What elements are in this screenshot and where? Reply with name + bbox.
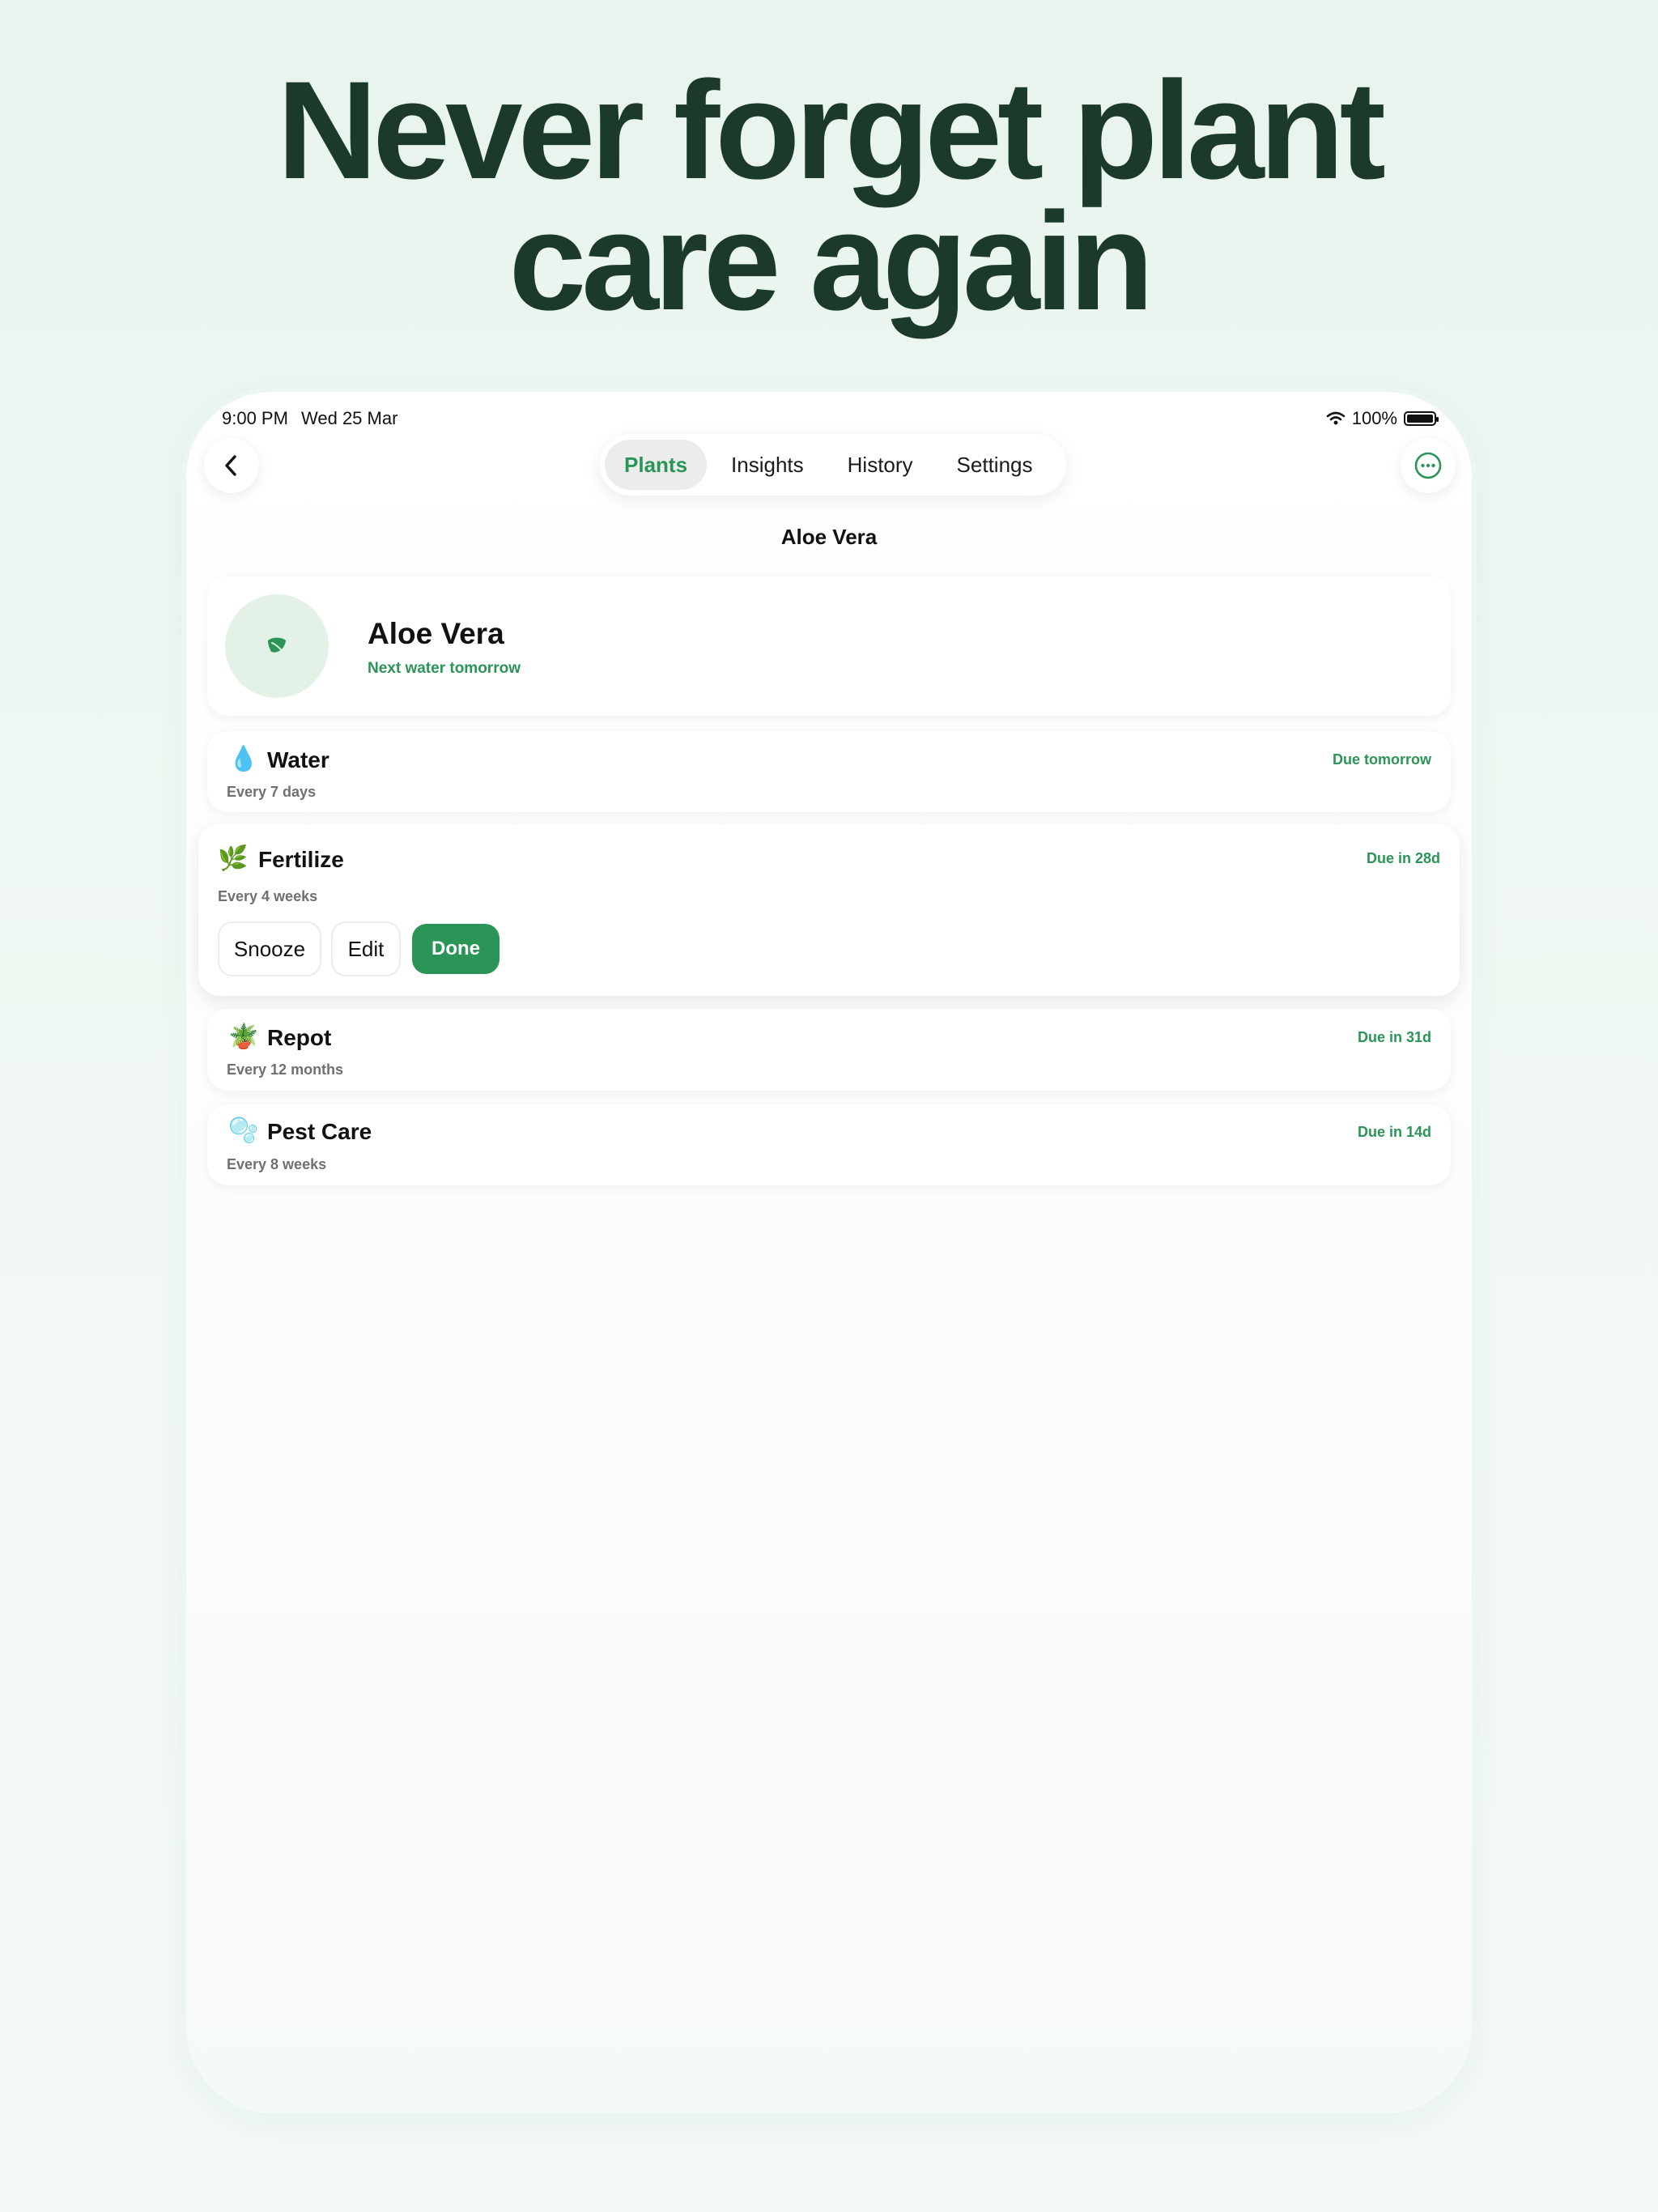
battery-icon xyxy=(1404,411,1439,426)
ellipsis-circle-icon xyxy=(1414,452,1442,479)
herb-icon: 🌿 xyxy=(218,845,249,872)
more-button[interactable] xyxy=(1401,438,1456,493)
task-frequency: Every 12 months xyxy=(227,1061,344,1078)
task-due: Due in 28d xyxy=(1366,850,1440,866)
bubbles-icon: 🫧 xyxy=(228,1117,259,1144)
task-frequency: Every 8 weeks xyxy=(227,1156,327,1172)
task-repot[interactable]: 🪴 Repot Every 12 months Due in 31d xyxy=(207,1009,1451,1091)
battery-percent: 100% xyxy=(1351,408,1397,428)
tab-insights[interactable]: Insights xyxy=(712,440,823,490)
potted-plant-icon: 🪴 xyxy=(228,1023,259,1050)
headline-line-2: care again xyxy=(508,184,1154,339)
task-name: Pest Care xyxy=(267,1119,372,1144)
task-frequency: Every 7 days xyxy=(227,784,317,800)
task-water[interactable]: 💧 Water Every 7 days Due tomorrow xyxy=(207,731,1451,812)
next-care-text: Next water tomorrow xyxy=(368,660,521,677)
edit-button[interactable]: Edit xyxy=(331,921,401,976)
task-fertilize[interactable]: 🌿 Fertilize Every 4 weeks Due in 28d Sno… xyxy=(198,824,1460,996)
task-due: Due tomorrow xyxy=(1332,751,1431,768)
leaf-icon xyxy=(268,637,286,653)
done-button[interactable]: Done xyxy=(412,924,500,974)
chevron-left-icon xyxy=(225,455,236,476)
task-due: Due in 31d xyxy=(1357,1029,1431,1045)
page-title: Aloe Vera xyxy=(780,525,878,549)
plant-header-card: Aloe Vera Next water tomorrow xyxy=(207,576,1451,716)
task-due: Due in 14d xyxy=(1357,1124,1431,1140)
water-drop-icon: 💧 xyxy=(228,746,259,772)
wifi-icon xyxy=(1326,411,1346,425)
task-name: Water xyxy=(267,747,329,772)
task-pest-care[interactable]: 🫧 Pest Care Every 8 weeks Due in 14d xyxy=(207,1104,1451,1185)
tab-settings[interactable]: Settings xyxy=(937,440,1052,490)
status-bar: 9:00 PM Wed 25 Mar 100% xyxy=(222,408,1439,432)
headline-line-1: Never forget plant xyxy=(277,53,1386,208)
ipad-screen: 9:00 PM Wed 25 Mar 100% Plants Insights … xyxy=(186,392,1472,2113)
tab-bar: Plants Insights History Settings xyxy=(600,434,1066,496)
task-name: Fertilize xyxy=(258,847,344,872)
plant-avatar xyxy=(225,594,329,698)
status-right: 100% xyxy=(1326,408,1439,429)
snooze-button[interactable]: Snooze xyxy=(218,921,321,976)
status-time: 9:00 PM xyxy=(222,408,288,428)
headline: Never forget plant care again xyxy=(0,53,1658,339)
task-frequency: Every 4 weeks xyxy=(218,888,318,904)
task-name: Repot xyxy=(267,1025,332,1050)
tab-plants[interactable]: Plants xyxy=(605,440,708,490)
tab-history[interactable]: History xyxy=(828,440,933,490)
back-button[interactable] xyxy=(204,438,259,493)
plant-name: Aloe Vera xyxy=(368,617,504,650)
status-date: Wed 25 Mar xyxy=(301,408,398,428)
